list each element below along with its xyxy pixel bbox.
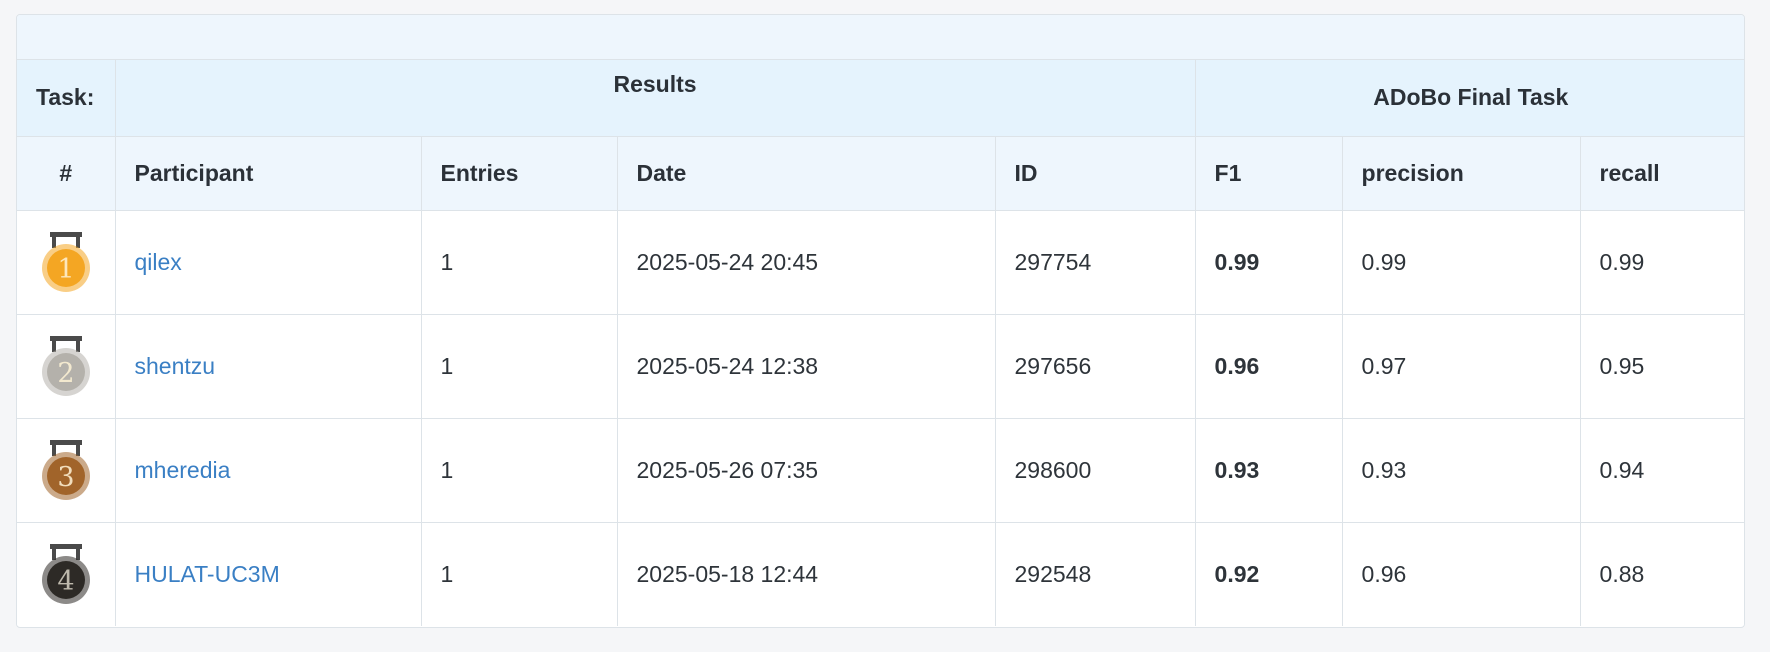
table-row: 3 mheredia 1 2025-05-26 07:35 298600 0.93 0.93… bbox=[17, 418, 1744, 523]
results-table: Task: Results ADoBo Final Task # Partici… bbox=[17, 60, 1744, 626]
date-cell: 2025-05-24 20:45 bbox=[617, 210, 996, 315]
column-header-recall[interactable]: recall bbox=[1580, 136, 1744, 211]
bronze-medal-icon: 3 bbox=[40, 439, 92, 501]
id-cell: 292548 bbox=[995, 522, 1196, 626]
entries-cell: 1 bbox=[421, 314, 618, 419]
leaderboard-top-band bbox=[17, 15, 1744, 60]
participant-link[interactable]: qilex bbox=[135, 249, 182, 275]
medal-rank-number: 2 bbox=[57, 358, 74, 389]
entries-cell: 1 bbox=[421, 522, 618, 626]
column-header-entries[interactable]: Entries bbox=[421, 136, 618, 211]
f1-cell: 0.92 bbox=[1195, 522, 1343, 626]
participant-link[interactable]: shentzu bbox=[135, 353, 216, 379]
column-header-participant[interactable]: Participant bbox=[115, 136, 422, 211]
participant-link[interactable]: HULAT-UC3M bbox=[135, 561, 280, 587]
precision-cell: 0.99 bbox=[1342, 210, 1581, 315]
medal-rank-number: 4 bbox=[57, 566, 74, 597]
table-row: 2 shentzu 1 2025-05-24 12:38 297656 0.96 0.97 0… bbox=[17, 314, 1744, 419]
task-label: Task: bbox=[17, 60, 116, 137]
results-heading: Results bbox=[115, 60, 1196, 137]
rank-cell: 1 bbox=[17, 210, 116, 315]
f1-cell: 0.93 bbox=[1195, 418, 1343, 523]
column-header-row: # Participant Entries Date ID F1 precisi… bbox=[17, 136, 1744, 211]
results-table-body: 1 qilex 1 2025-05-24 20:45 297754 0.99 0.99 0.9… bbox=[17, 210, 1744, 626]
task-header-row: Task: Results ADoBo Final Task bbox=[17, 60, 1744, 137]
recall-cell: 0.94 bbox=[1580, 418, 1744, 523]
medal-rank-number: 3 bbox=[57, 462, 74, 493]
rank-cell: 3 bbox=[17, 418, 116, 523]
date-cell: 2025-05-26 07:35 bbox=[617, 418, 996, 523]
f1-cell: 0.96 bbox=[1195, 314, 1343, 419]
leaderboard-panel: Task: Results ADoBo Final Task # Partici… bbox=[16, 14, 1745, 628]
medal-rank-number: 1 bbox=[57, 254, 74, 285]
date-cell: 2025-05-24 12:38 bbox=[617, 314, 996, 419]
silver-medal-icon: 2 bbox=[40, 335, 92, 397]
gold-medal-icon: 1 bbox=[40, 231, 92, 293]
f1-cell: 0.99 bbox=[1195, 210, 1343, 315]
column-header-f1[interactable]: F1 bbox=[1195, 136, 1343, 211]
entries-cell: 1 bbox=[421, 418, 618, 523]
participant-cell: shentzu bbox=[115, 314, 422, 419]
participant-cell: HULAT-UC3M bbox=[115, 522, 422, 626]
rank-medal-icon: 4 bbox=[40, 543, 92, 605]
date-cell: 2025-05-18 12:44 bbox=[617, 522, 996, 626]
recall-cell: 0.95 bbox=[1580, 314, 1744, 419]
participant-cell: mheredia bbox=[115, 418, 422, 523]
task-name-heading: ADoBo Final Task bbox=[1195, 60, 1744, 137]
precision-cell: 0.96 bbox=[1342, 522, 1581, 626]
precision-cell: 0.93 bbox=[1342, 418, 1581, 523]
rank-cell: 2 bbox=[17, 314, 116, 419]
column-header-rank[interactable]: # bbox=[17, 136, 116, 211]
table-row: 1 qilex 1 2025-05-24 20:45 297754 0.99 0.99 0.9… bbox=[17, 210, 1744, 315]
precision-cell: 0.97 bbox=[1342, 314, 1581, 419]
column-header-precision[interactable]: precision bbox=[1342, 136, 1581, 211]
id-cell: 298600 bbox=[995, 418, 1196, 523]
participant-link[interactable]: mheredia bbox=[135, 457, 231, 483]
id-cell: 297754 bbox=[995, 210, 1196, 315]
id-cell: 297656 bbox=[995, 314, 1196, 419]
rank-cell: 4 bbox=[17, 522, 116, 626]
recall-cell: 0.99 bbox=[1580, 210, 1744, 315]
column-header-date[interactable]: Date bbox=[617, 136, 996, 211]
column-header-id[interactable]: ID bbox=[995, 136, 1196, 211]
recall-cell: 0.88 bbox=[1580, 522, 1744, 626]
entries-cell: 1 bbox=[421, 210, 618, 315]
participant-cell: qilex bbox=[115, 210, 422, 315]
table-row: 4 HULAT-UC3M 1 2025-05-18 12:44 292548 0.92 0.… bbox=[17, 522, 1744, 626]
